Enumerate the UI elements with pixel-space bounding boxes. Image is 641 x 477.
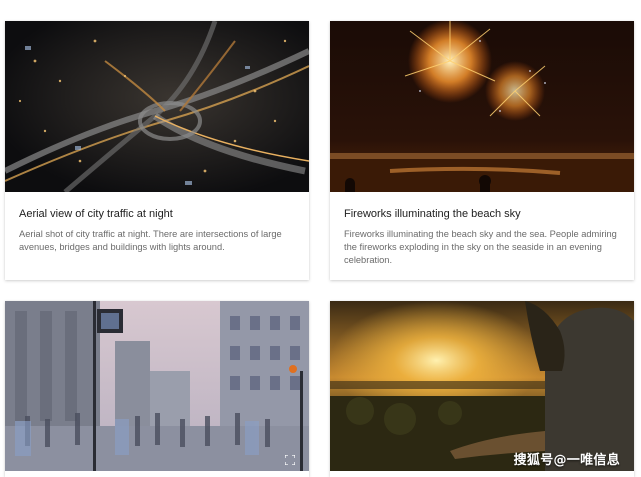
video-thumbnail-fireworks[interactable] (330, 21, 634, 192)
video-card-city-traffic[interactable]: Aerial view of city traffic at night Aer… (5, 21, 309, 280)
card-title[interactable]: Aerial view of city traffic at night (19, 207, 295, 221)
video-card-sunset[interactable]: 搜狐号@一唯信息 (330, 301, 634, 477)
card-description: Aerial shot of city traffic at night. Th… (19, 229, 282, 252)
video-card-fireworks[interactable]: Fireworks illuminating the beach sky Fir… (330, 21, 634, 280)
video-card-city-street[interactable] (5, 301, 309, 477)
video-thumbnail-sunset[interactable] (330, 301, 634, 471)
video-thumbnail-city-street[interactable] (5, 301, 309, 471)
expand-icon[interactable] (285, 455, 295, 465)
card-description: Fireworks illuminating the beach sky and… (344, 229, 617, 265)
watermark-text: 搜狐号@一唯信息 (513, 453, 620, 468)
video-thumbnail-city-traffic[interactable] (5, 21, 309, 192)
card-title[interactable]: Fireworks illuminating the beach sky (344, 207, 620, 221)
